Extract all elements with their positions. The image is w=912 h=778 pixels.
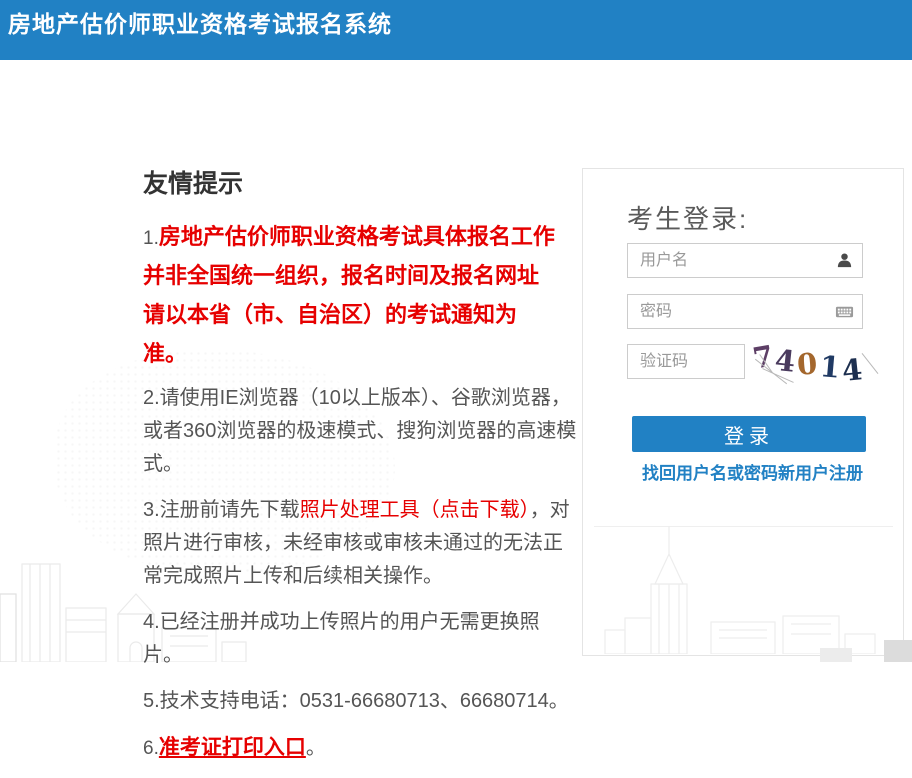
photo-tool-download-link[interactable]: 照片处理工具（点击下载）	[300, 499, 530, 521]
keyboard-icon	[835, 302, 854, 321]
notice-item-1: 1.房地产估价师职业资格考试具体报名工作并非全国统一组织，报名时间及报名网址请以…	[143, 218, 557, 374]
notice-item-1-text: 房地产估价师职业资格考试具体报名工作并非全国统一组织，报名时间及报名网址请以本省…	[143, 224, 555, 366]
notice-item-3: 3.注册前请先下载照片处理工具（点击下载），对照片进行审核，未经审核或审核未通过…	[143, 494, 579, 593]
password-field-wrap	[627, 294, 863, 329]
app-header: 房地产估价师职业资格考试报名系统	[0, 0, 912, 60]
username-input[interactable]	[627, 243, 863, 278]
notice-item-4: 4.已经注册并成功上传照片的用户无需更换照片。	[143, 606, 579, 672]
login-heading: 考生登录:	[627, 199, 748, 236]
captcha-input[interactable]	[627, 344, 745, 379]
notice-item-3-prefix: 3.注册前请先下载	[143, 499, 300, 521]
decor-block	[884, 640, 912, 662]
page-title: 房地产估价师职业资格考试报名系统	[0, 0, 912, 39]
forgot-credentials-link[interactable]: 找回用户名或密码	[642, 459, 778, 484]
notice-heading: 友情提示	[143, 164, 579, 200]
decor-block	[820, 648, 852, 662]
captcha-image[interactable]: 74014	[749, 337, 879, 387]
login-panel: 考生登录: 74014	[582, 168, 904, 656]
notice-item-6: 6.准考证打印入口。	[143, 731, 579, 765]
password-input[interactable]	[627, 294, 863, 329]
notice-item-5: 5.技术支持电话：0531-66680713、66680714。	[143, 685, 579, 718]
admission-ticket-print-link[interactable]: 准考证打印入口	[159, 736, 306, 759]
captcha-field-wrap	[627, 344, 745, 379]
notice-section: 友情提示 1.房地产估价师职业资格考试具体报名工作并非全国统一组织，报名时间及报…	[143, 164, 579, 778]
login-button[interactable]: 登录	[632, 416, 866, 452]
city-skyline-illustration	[591, 526, 895, 654]
notice-item-6-number: 6.	[143, 738, 159, 759]
user-icon	[835, 251, 854, 270]
username-field-wrap	[627, 243, 863, 278]
new-user-register-link[interactable]: 新用户注册	[778, 459, 863, 484]
notice-item-1-number: 1.	[143, 228, 159, 249]
notice-item-2: 2.请使用IE浏览器（10以上版本）、谷歌浏览器，或者360浏览器的极速模式、搜…	[143, 382, 579, 481]
notice-item-6-suffix: 。	[306, 737, 326, 759]
